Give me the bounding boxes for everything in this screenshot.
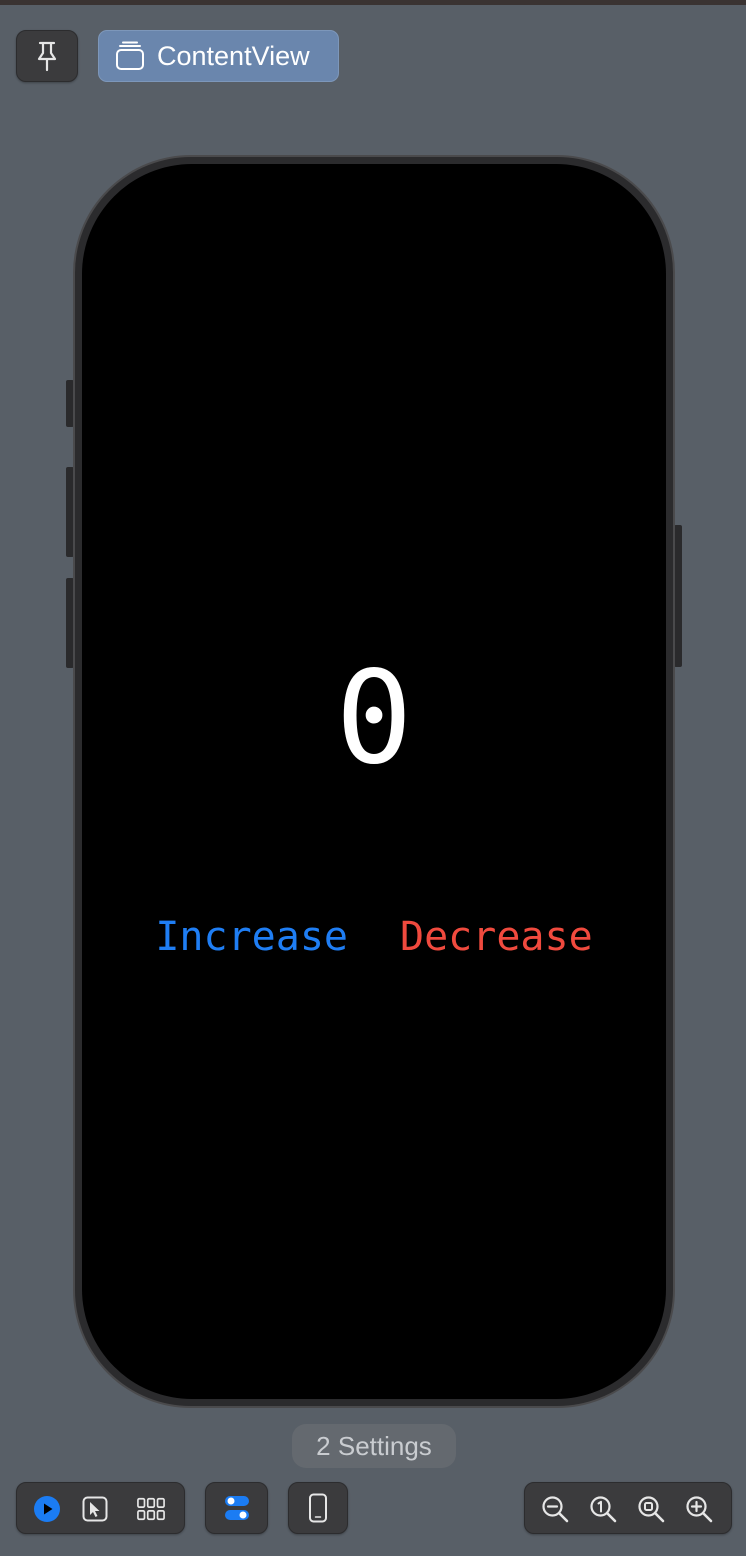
decrease-button[interactable]: Decrease <box>400 909 593 965</box>
device-settings-button[interactable] <box>205 1482 268 1534</box>
zoom-out-icon <box>542 1496 569 1523</box>
zoom-in-icon <box>686 1496 713 1523</box>
zoom-to-fit-button[interactable] <box>637 1495 665 1523</box>
increase-button[interactable]: Increase <box>155 909 348 965</box>
zoom-in-button[interactable] <box>685 1495 713 1523</box>
selectable-mode-button[interactable] <box>81 1495 109 1523</box>
device-picker-button[interactable] <box>288 1482 348 1534</box>
pin-icon <box>37 41 57 72</box>
zoom-actual-size-icon <box>590 1496 617 1523</box>
grid-icon <box>137 1497 165 1521</box>
view-name-label: ContentView <box>157 40 310 71</box>
preview-mode-group <box>16 1482 185 1534</box>
variants-toggle-icon <box>224 1496 249 1520</box>
selectable-icon <box>82 1496 108 1522</box>
zoom-to-fit-icon <box>638 1496 665 1523</box>
zoom-actual-size-button[interactable] <box>589 1495 617 1523</box>
play-icon <box>34 1496 60 1522</box>
content-view-selector[interactable]: ContentView <box>98 30 339 82</box>
settings-badge[interactable]: 2 Settings <box>292 1424 456 1468</box>
variants-grid-button[interactable] <box>137 1495 165 1523</box>
counter-actions: Increase Decrease <box>82 909 666 965</box>
live-mode-button[interactable] <box>33 1495 61 1523</box>
counter-value: 0 <box>335 644 413 793</box>
zoom-out-button[interactable] <box>541 1495 569 1523</box>
zoom-controls <box>524 1482 732 1534</box>
stack-icon <box>116 41 144 70</box>
phone-screen: 0 Increase Decrease <box>82 164 666 1399</box>
window-top-edge <box>0 0 746 5</box>
phone-power-button <box>674 525 682 667</box>
pin-preview-button[interactable] <box>16 30 78 82</box>
device-icon <box>309 1493 327 1523</box>
